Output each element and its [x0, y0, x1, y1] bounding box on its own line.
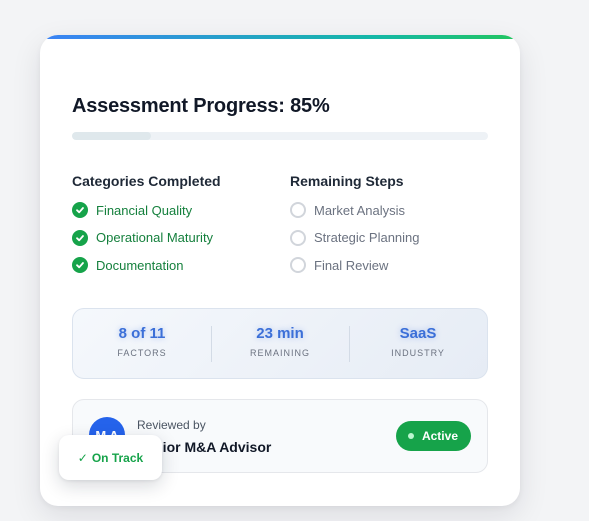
empty-circle-icon — [290, 229, 306, 246]
empty-circle-icon — [290, 202, 306, 218]
remaining-item: Final Review — [290, 257, 420, 273]
completed-heading: Categories Completed — [72, 173, 221, 189]
status-badge-label: Active — [421, 429, 458, 443]
check-circle-icon — [72, 229, 88, 246]
stat-value: 8 of 11 — [118, 324, 166, 342]
remaining-item-label: Market Analysis — [314, 202, 406, 218]
remaining-item: Strategic Planning — [290, 229, 420, 246]
stat-label: INDUSTRY — [391, 347, 445, 358]
stats-panel: 8 of 11 FACTORS 23 min REMAINING SaaS IN… — [72, 308, 488, 379]
stat-value: SaaS — [399, 324, 437, 342]
check-circle-icon — [72, 202, 88, 218]
status-badge: Active — [395, 421, 471, 451]
progress-bar — [72, 132, 488, 140]
remaining-item: Market Analysis — [290, 202, 420, 218]
progress-bar-fill — [72, 132, 152, 140]
remaining-item-label: Strategic Planning — [314, 230, 420, 245]
stat-industry: SaaS INDUSTRY — [349, 324, 487, 364]
completed-item-label: Financial Quality — [96, 202, 193, 218]
on-track-label: On Track — [91, 450, 144, 465]
remaining-item-label: Final Review — [314, 257, 389, 273]
remaining-list: Market Analysis Strategic Planning Final… — [290, 202, 420, 285]
assessment-title: Assessment Progress: 85% — [72, 95, 330, 117]
on-track-badge: ✓ On Track — [59, 435, 162, 480]
check-circle-icon — [72, 257, 88, 273]
card-accent-bar — [40, 35, 520, 39]
stat-label: REMAINING — [249, 347, 310, 358]
stat-value: 23 min — [256, 324, 304, 342]
empty-circle-icon — [290, 257, 306, 273]
reviewer-label: Reviewed by — [137, 418, 206, 432]
checkmark-icon: ✓ — [77, 450, 88, 465]
remaining-heading: Remaining Steps — [290, 173, 404, 189]
completed-item: Financial Quality — [72, 202, 213, 218]
completed-item: Documentation — [72, 257, 213, 273]
completed-item-label: Operational Maturity — [96, 230, 214, 245]
completed-item: Operational Maturity — [72, 229, 214, 246]
stat-factors: 8 of 11 FACTORS — [73, 324, 211, 364]
stat-remaining: 23 min REMAINING — [211, 324, 349, 364]
status-dot-icon — [407, 433, 414, 439]
completed-list: Financial Quality Operational Maturity D… — [72, 202, 213, 285]
stat-label: FACTORS — [117, 347, 167, 358]
completed-item-label: Documentation — [96, 257, 184, 273]
